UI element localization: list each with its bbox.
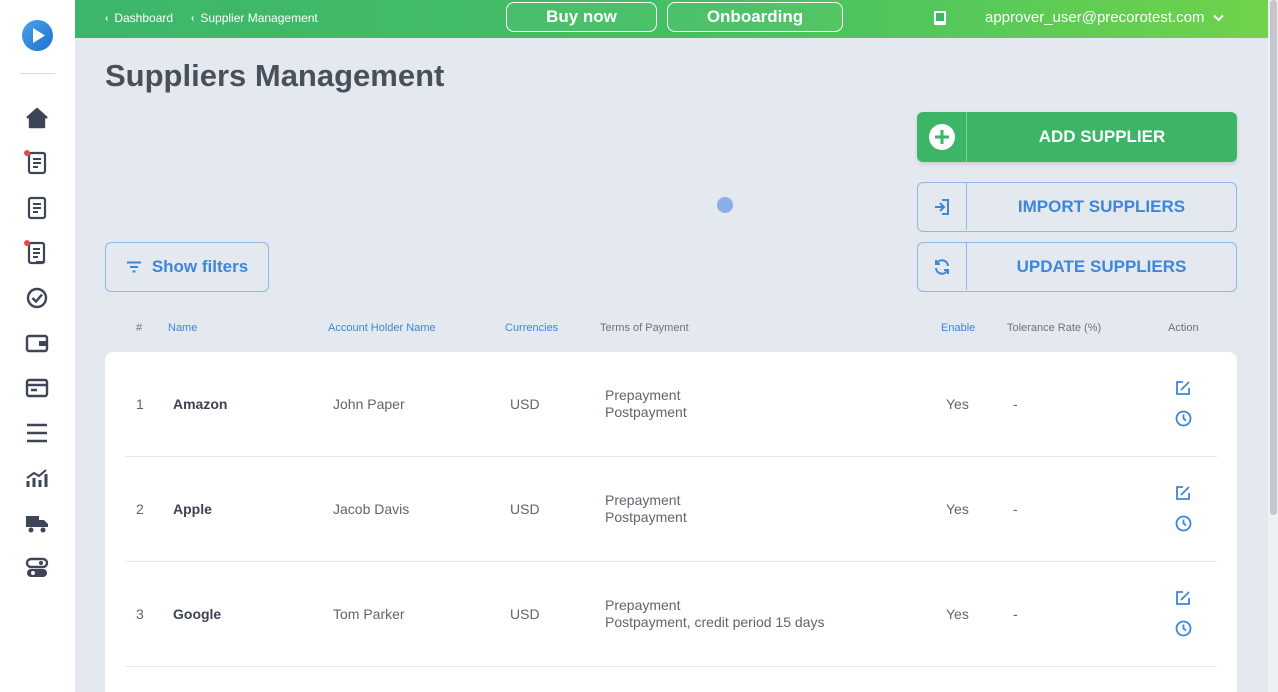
col-header-action: Action (1168, 322, 1199, 334)
wallet-icon[interactable] (23, 329, 51, 357)
page-title: Suppliers Management (105, 58, 445, 93)
edit-icon[interactable] (1173, 588, 1193, 608)
delivery-icon[interactable] (23, 509, 51, 537)
terms-line: Prepayment (605, 597, 681, 613)
col-header-name[interactable]: Name (168, 322, 197, 334)
breadcrumb-supplier-management[interactable]: ‹ Supplier Management (191, 11, 318, 25)
user-menu[interactable]: approver_user@precorotest.com (985, 9, 1224, 26)
top-bar: ‹ Dashboard ‹ Supplier Management Buy no… (75, 0, 1268, 38)
supplier-name[interactable]: Google (173, 606, 221, 622)
col-header-number: # (136, 322, 143, 334)
suppliers-table: 1 Amazon John Paper USD Prepayment Postp… (105, 352, 1237, 692)
edit-icon[interactable] (1173, 378, 1193, 398)
book-icon[interactable] (933, 10, 947, 26)
col-header-tolerance: Tolerance Rate (%) (1007, 322, 1102, 334)
refresh-icon (918, 243, 967, 290)
breadcrumb-label: Supplier Management (200, 11, 318, 25)
terms-line: Postpayment (605, 509, 687, 525)
add-supplier-label: ADD SUPPLIER (1038, 127, 1166, 146)
onboarding-button[interactable]: Onboarding (667, 2, 843, 32)
supplier-name[interactable]: Apple (173, 501, 212, 517)
plus-circle-icon (917, 112, 967, 162)
filter-icon (126, 261, 141, 273)
show-filters-label: Show filters (151, 257, 249, 276)
account-holder: John Paper (333, 396, 405, 412)
invoice-icon[interactable] (23, 239, 51, 267)
scrollbar-thumb[interactable] (1270, 0, 1277, 515)
terms-of-payment: Prepayment Postpayment (605, 492, 687, 526)
account-holder: Jacob Davis (333, 501, 410, 517)
terms-of-payment: Prepayment Postpayment, credit period 15… (605, 597, 824, 631)
currency: USD (510, 606, 540, 622)
enable-value: Yes (946, 396, 969, 412)
enable-value: Yes (946, 606, 969, 622)
currency: USD (510, 396, 540, 412)
import-icon (918, 183, 967, 230)
menu-icon[interactable] (23, 419, 51, 447)
currency: USD (510, 501, 540, 517)
requisition-icon[interactable] (23, 149, 51, 177)
terms-line: Prepayment (605, 492, 681, 508)
table-row[interactable]: 1 Amazon John Paper USD Prepayment Postp… (125, 352, 1217, 457)
tolerance-value: - (1013, 396, 1018, 412)
history-icon[interactable] (1173, 513, 1193, 533)
notification-dot (24, 240, 30, 246)
terms-line: Prepayment (605, 387, 681, 403)
table-row[interactable]: 3 Google Tom Parker USD Prepayment Postp… (125, 562, 1217, 667)
logo-icon[interactable] (22, 20, 53, 51)
update-suppliers-button[interactable]: UPDATE SUPPLIERS (917, 242, 1237, 292)
row-number: 3 (136, 606, 144, 622)
table-row[interactable]: 2 Apple Jacob Davis USD Prepayment Postp… (125, 457, 1217, 562)
terms-of-payment: Prepayment Postpayment (605, 387, 687, 421)
sidebar (0, 0, 75, 692)
notification-dot (24, 150, 30, 156)
purchase-order-icon[interactable] (23, 194, 51, 222)
row-number: 2 (136, 501, 144, 517)
loading-indicator (717, 197, 733, 213)
row-number: 1 (136, 396, 144, 412)
approval-icon[interactable] (23, 284, 51, 312)
chevron-left-icon: ‹ (191, 12, 195, 24)
card-icon[interactable] (23, 374, 51, 402)
add-supplier-button[interactable]: ADD SUPPLIER (917, 112, 1237, 162)
col-header-currencies[interactable]: Currencies (505, 322, 558, 334)
user-email: approver_user@precorotest.com (985, 9, 1205, 26)
history-icon[interactable] (1173, 408, 1193, 428)
col-header-account-holder[interactable]: Account Holder Name (328, 322, 436, 334)
tolerance-value: - (1013, 606, 1018, 622)
update-suppliers-label: UPDATE SUPPLIERS (1016, 257, 1187, 276)
import-suppliers-button[interactable]: IMPORT SUPPLIERS (917, 182, 1237, 232)
breadcrumb-dashboard[interactable]: ‹ Dashboard (105, 11, 173, 25)
edit-icon[interactable] (1173, 483, 1193, 503)
analytics-icon[interactable] (23, 464, 51, 492)
settings-icon[interactable] (23, 554, 51, 582)
buy-now-button[interactable]: Buy now (506, 2, 657, 32)
home-icon[interactable] (23, 104, 51, 132)
history-icon[interactable] (1173, 618, 1193, 638)
supplier-name[interactable]: Amazon (173, 396, 227, 412)
chevron-down-icon (1212, 14, 1224, 21)
show-filters-button[interactable]: Show filters (105, 242, 269, 292)
col-header-enable[interactable]: Enable (941, 322, 975, 334)
col-header-terms: Terms of Payment (600, 322, 689, 334)
chevron-left-icon: ‹ (105, 12, 109, 24)
terms-line: Postpayment (605, 404, 687, 420)
tolerance-value: - (1013, 501, 1018, 517)
enable-value: Yes (946, 501, 969, 517)
import-suppliers-label: IMPORT SUPPLIERS (1017, 197, 1186, 216)
account-holder: Tom Parker (333, 606, 405, 622)
breadcrumb-label: Dashboard (114, 11, 174, 25)
sidebar-divider (20, 73, 55, 74)
terms-line: Postpayment, credit period 15 days (605, 614, 825, 630)
